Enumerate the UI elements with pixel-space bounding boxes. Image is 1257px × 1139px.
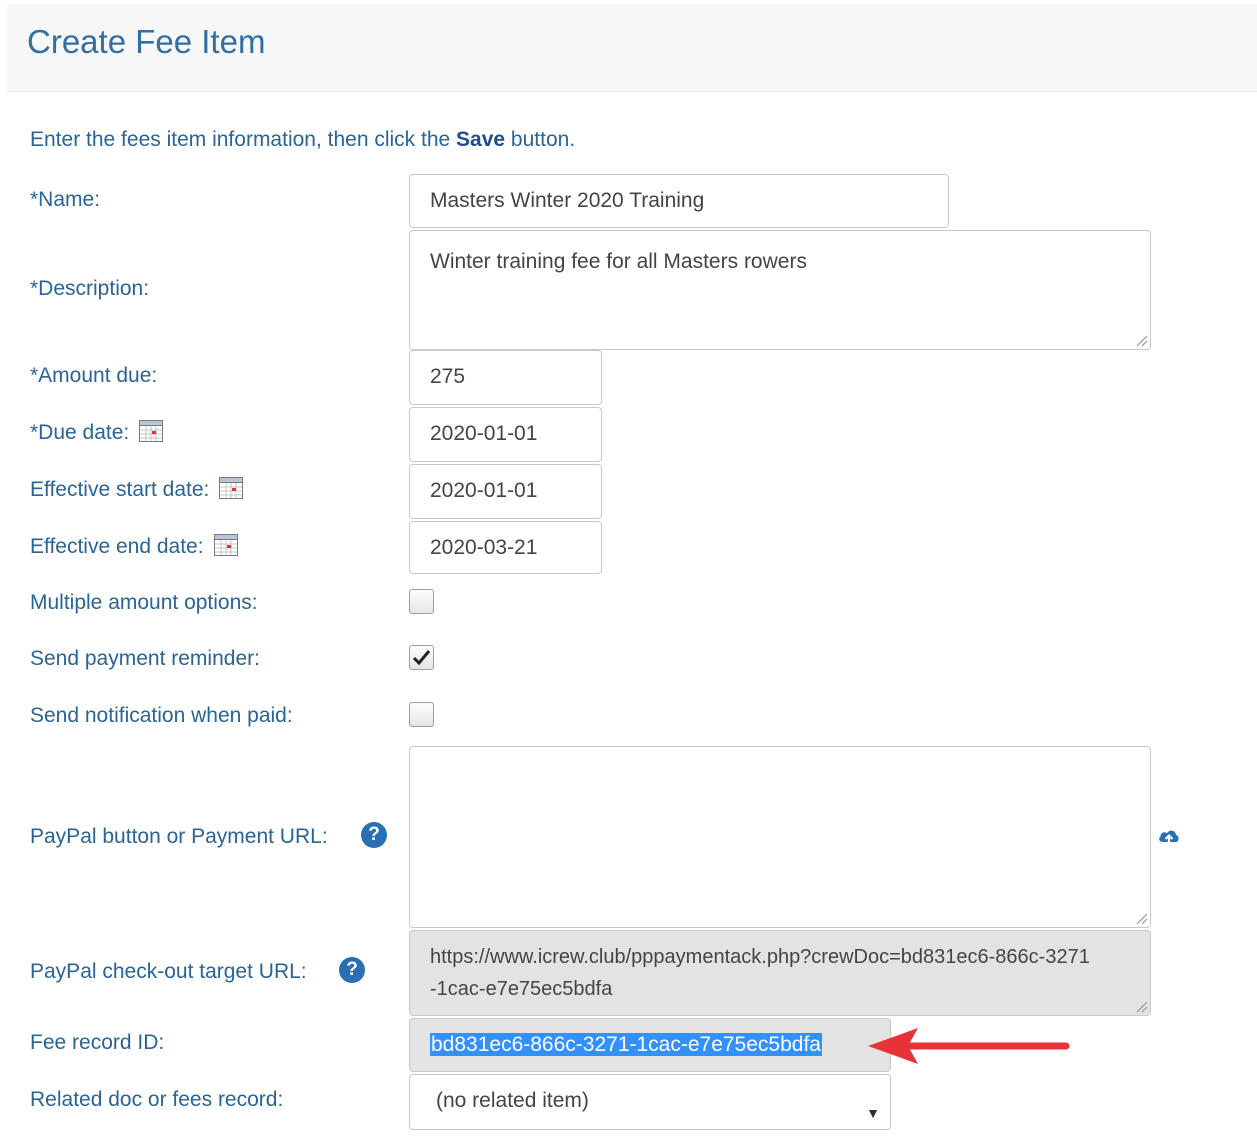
- amount-due-input[interactable]: 275: [409, 350, 602, 405]
- resize-grip-icon[interactable]: [1134, 333, 1148, 347]
- fee-record-id-input[interactable]: bd831ec6-866c-3271-1cac-e7e75ec5bdfa: [409, 1018, 891, 1072]
- name-input[interactable]: Masters Winter 2020 Training: [409, 174, 949, 228]
- page-header: Create Fee Item: [7, 4, 1257, 92]
- checkmark-icon: [412, 650, 431, 666]
- related-doc-select[interactable]: (no related item) ▼: [409, 1074, 891, 1130]
- multiple-amounts-label: Multiple amount options:: [30, 591, 258, 614]
- help-icon[interactable]: ?: [339, 957, 365, 983]
- effective-end-input[interactable]: 2020-03-21: [409, 521, 602, 574]
- calendar-icon[interactable]: [213, 534, 238, 557]
- description-text: Winter training fee for all Masters rowe…: [430, 250, 807, 273]
- page-title: Create Fee Item: [27, 23, 266, 60]
- help-icon[interactable]: ?: [361, 822, 387, 848]
- intro-suffix: button.: [505, 128, 576, 151]
- effective-start-label-text: Effective start date:: [30, 478, 210, 501]
- due-date-label-text: *Due date:: [30, 421, 130, 444]
- name-label: *Name:: [30, 188, 101, 211]
- paypal-button-label: PayPal button or Payment URL:: [30, 825, 328, 848]
- effective-start-input[interactable]: 2020-01-01: [409, 464, 602, 519]
- due-date-label: *Due date:: [30, 420, 164, 445]
- related-doc-label: Related doc or fees record:: [30, 1088, 284, 1111]
- effective-start-label: Effective start date:: [30, 477, 244, 502]
- intro-prefix: Enter the fees item information, then cl…: [30, 128, 457, 151]
- fee-record-id-label: Fee record ID:: [30, 1031, 165, 1054]
- calendar-icon[interactable]: [139, 420, 164, 443]
- multiple-amounts-checkbox[interactable]: [409, 589, 434, 614]
- description-label: *Description:: [30, 277, 150, 300]
- paypal-target-textarea[interactable]: https://www.icrew.club/pppaymentack.php?…: [409, 930, 1151, 1016]
- intro-text: Enter the fees item information, then cl…: [30, 128, 575, 152]
- resize-grip-icon[interactable]: [1134, 999, 1148, 1013]
- paypal-button-textarea[interactable]: [409, 746, 1151, 928]
- payment-reminder-label: Send payment reminder:: [30, 647, 260, 670]
- paypal-target-text: https://www.icrew.club/pppaymentack.php?…: [430, 946, 1090, 1000]
- due-date-input[interactable]: 2020-01-01: [409, 407, 602, 462]
- intro-save-emphasis: Save: [456, 128, 506, 151]
- effective-end-label-text: Effective end date:: [30, 535, 204, 558]
- payment-reminder-checkbox[interactable]: [409, 645, 434, 670]
- paypal-target-label: PayPal check-out target URL:: [30, 960, 307, 983]
- notification-paid-checkbox[interactable]: [409, 702, 434, 727]
- fee-record-id-selected-text: bd831ec6-866c-3271-1cac-e7e75ec5bdfa: [430, 1033, 822, 1056]
- related-doc-selected: (no related item): [436, 1089, 589, 1112]
- resize-grip-icon[interactable]: [1134, 911, 1148, 925]
- calendar-icon[interactable]: [219, 477, 244, 500]
- red-arrow: [868, 1028, 1070, 1064]
- description-textarea[interactable]: Winter training fee for all Masters rowe…: [409, 230, 1151, 350]
- dropdown-arrow-icon: ▼: [866, 1105, 880, 1121]
- amount-due-label: *Amount due:: [30, 364, 158, 387]
- notification-paid-label: Send notification when paid:: [30, 704, 293, 727]
- effective-end-label: Effective end date:: [30, 534, 238, 559]
- cloud-upload-icon[interactable]: [1157, 825, 1181, 849]
